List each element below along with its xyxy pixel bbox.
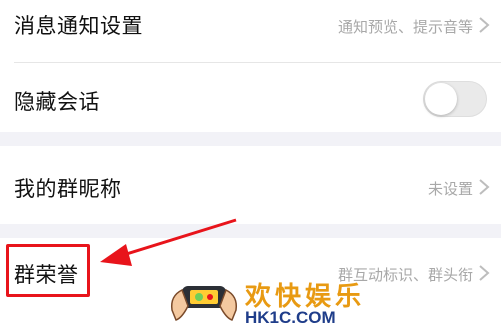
gamepad-hands-logo-icon bbox=[170, 286, 238, 321]
watermark-site: HK1C.COM bbox=[245, 308, 336, 327]
